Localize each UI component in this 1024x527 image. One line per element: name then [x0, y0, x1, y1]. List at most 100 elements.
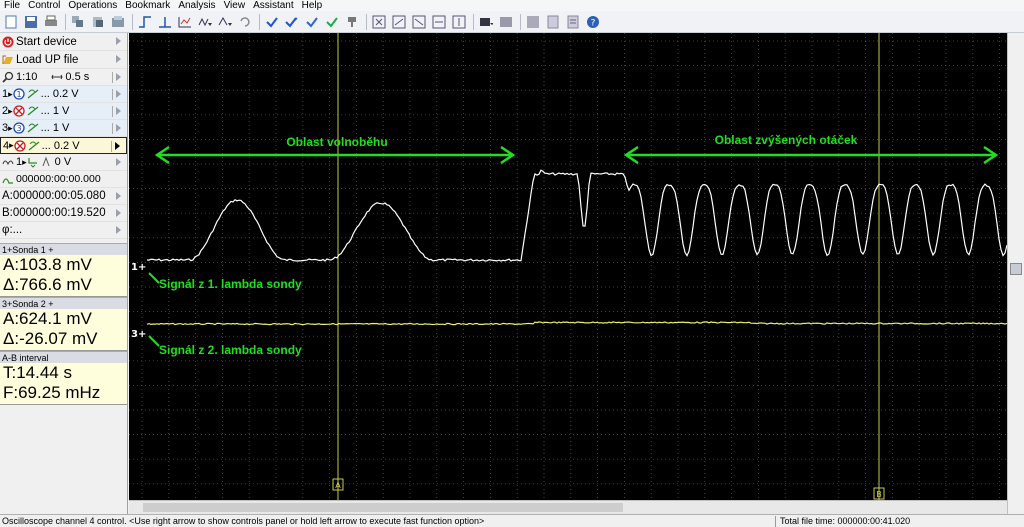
expand-arrow-icon[interactable] [116, 158, 121, 166]
menu-assistant[interactable]: Assistant [249, 0, 298, 11]
channel-2-row[interactable]: 2 ▸ ... 1 V [0, 103, 127, 120]
expand-arrow-icon[interactable] [116, 73, 121, 81]
expand-arrow-icon[interactable] [116, 192, 121, 200]
zoom-fit-button[interactable] [370, 13, 388, 31]
oscilloscope-app: File Control Operations Bookmark Analysi… [0, 0, 1024, 527]
phase-row[interactable]: φ:... [0, 222, 127, 239]
load-file-icon [2, 55, 13, 64]
paste-button[interactable] [89, 13, 107, 31]
channel-4-row[interactable]: 4 ▸ ... 0.2 V [0, 137, 127, 154]
menu-bar: File Control Operations Bookmark Analysi… [0, 0, 1024, 11]
trigger-time-row[interactable]: 000000:00:00.000 [0, 171, 127, 188]
trigger-mode-icon[interactable] [2, 156, 14, 168]
cursor-b-row[interactable]: B:000000:00:19.520 [0, 205, 127, 222]
zoom-y-button[interactable] [450, 13, 468, 31]
separator [112, 106, 113, 117]
zoom-in-button[interactable] [390, 13, 408, 31]
channel-1-marker[interactable]: 1+ [131, 262, 146, 273]
filter-dropdown-button[interactable] [216, 13, 234, 31]
channel-enabled-icon[interactable]: 1 [13, 88, 25, 100]
channel-1-row[interactable]: 1 ▸ 1 ... 0.2 V [0, 86, 127, 103]
trigger-row[interactable]: 1 ▸ 0 V [0, 154, 127, 171]
trigger-time: 000000:00:00.000 [16, 173, 101, 185]
expand-arrow-icon[interactable] [116, 55, 121, 63]
scroll-thumb[interactable] [143, 503, 623, 512]
undo-icon [240, 16, 250, 27]
phase-value: φ:... [2, 224, 23, 236]
measure-button[interactable] [176, 13, 194, 31]
menu-control[interactable]: Control [24, 0, 64, 11]
coupling-icon[interactable] [28, 140, 40, 152]
expand-arrow-icon[interactable] [116, 226, 121, 234]
layout-button[interactable] [497, 13, 515, 31]
channel-disabled-icon[interactable] [14, 139, 26, 152]
signal-dropdown-button[interactable] [196, 13, 214, 31]
list-button[interactable] [564, 13, 582, 31]
scope-canvas[interactable]: A B 1+ 3+ Oblast volnoběhu Oblast zvýšen… [129, 33, 1007, 501]
toolbar-separator [132, 13, 133, 30]
expand-arrow-icon[interactable] [116, 107, 121, 115]
start-device-button[interactable]: Start device [0, 33, 127, 51]
trigger-level-button[interactable] [156, 13, 174, 31]
undo-button[interactable] [236, 13, 254, 31]
zoom-x-button[interactable] [430, 13, 448, 31]
display-mode-dropdown[interactable] [477, 13, 495, 31]
export-button[interactable] [109, 13, 127, 31]
zoom-timebase-row[interactable]: 1:10 0.5 s [0, 69, 127, 86]
expand-arrow-icon[interactable] [115, 142, 120, 150]
channel-3-marker[interactable]: 3+ [131, 329, 146, 340]
highlight-button[interactable] [323, 13, 341, 31]
pin-button[interactable] [343, 13, 361, 31]
expand-arrow-icon[interactable] [116, 37, 121, 45]
cursor-b-label: B [876, 490, 882, 499]
horizontal-scrollbar[interactable] [129, 500, 1007, 514]
interval-t-value: T:14.44 s [3, 363, 72, 382]
channel-disabled-icon[interactable] [13, 105, 25, 117]
new-file-button[interactable] [2, 13, 20, 31]
help-button[interactable]: ? [584, 13, 602, 31]
coupling-icon[interactable] [27, 105, 39, 117]
panel-button[interactable] [524, 13, 542, 31]
document-button[interactable] [544, 13, 562, 31]
magnifier-icon [2, 71, 14, 83]
probe2-title: 3+Sonda 2 + [0, 297, 127, 309]
toolbar-separator [366, 13, 367, 30]
coupling-icon[interactable] [27, 122, 39, 134]
channel-scale: ... 1 V [40, 105, 70, 117]
trigger-edge-icon[interactable] [27, 156, 39, 168]
channel-enabled-icon[interactable]: 3 [13, 122, 25, 134]
zoom-out-button[interactable] [410, 13, 428, 31]
cursor-a-label: A [335, 481, 341, 490]
pin-icon [348, 16, 356, 27]
check-alt-button[interactable] [303, 13, 321, 31]
menu-view[interactable]: View [220, 0, 250, 11]
menu-file[interactable]: File [0, 0, 24, 11]
check-all-button[interactable] [283, 13, 301, 31]
svg-text:3: 3 [16, 124, 21, 133]
signal-icon [198, 17, 212, 26]
trigger-level: 0 V [54, 156, 72, 168]
cursor-a-row[interactable]: A:000000:00:05.080 [0, 188, 127, 205]
expand-arrow-icon[interactable] [116, 90, 121, 98]
menu-operations[interactable]: Operations [64, 0, 121, 11]
oscilloscope-display[interactable]: A B 1+ 3+ Oblast volnoběhu Oblast zvýšen… [129, 33, 1007, 501]
probe2-a-value: A:624.1 mV [3, 309, 92, 328]
save-button[interactable] [22, 13, 40, 31]
menu-bookmark[interactable]: Bookmark [121, 0, 174, 11]
channel-3-row[interactable]: 3 ▸ 3 ... 1 V [0, 120, 127, 137]
trigger-level-icon[interactable] [41, 156, 53, 168]
menu-analysis[interactable]: Analysis [174, 0, 219, 11]
panel-toggle-button[interactable] [1010, 263, 1022, 275]
check-button[interactable] [263, 13, 281, 31]
print-button[interactable] [42, 13, 60, 31]
copy-button[interactable] [69, 13, 87, 31]
menu-help[interactable]: Help [298, 0, 327, 11]
coupling-icon[interactable] [27, 88, 39, 100]
load-file-button[interactable]: Load UP file [0, 51, 127, 69]
expand-arrow-icon[interactable] [116, 209, 121, 217]
trigger-edge-button[interactable] [136, 13, 154, 31]
svg-text:1: 1 [16, 90, 21, 99]
expand-arrow-icon[interactable] [116, 124, 121, 132]
file-icon [5, 15, 17, 28]
probe1-measurement-box: A:103.8 mV Δ:766.6 mV [0, 255, 127, 297]
